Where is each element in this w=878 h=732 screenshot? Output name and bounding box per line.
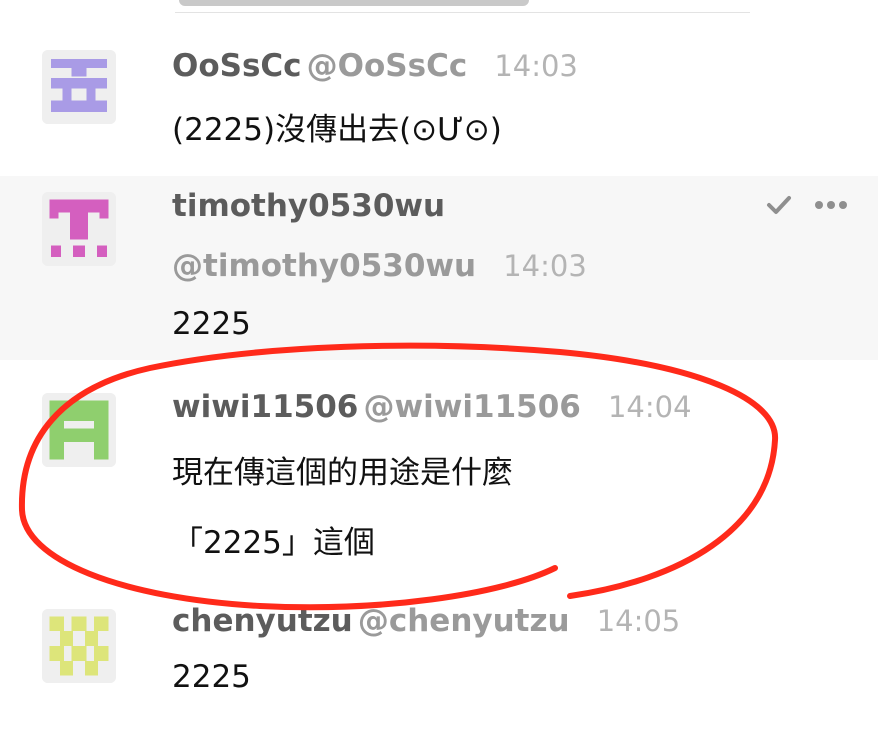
timestamp[interactable]: 14:03 xyxy=(494,49,578,83)
identicon-avatar-icon xyxy=(42,192,116,266)
identicon-avatar-icon xyxy=(42,393,116,467)
author-name[interactable]: timothy0530wu xyxy=(172,188,445,224)
author-handle[interactable]: @OoSsCc xyxy=(307,48,468,84)
author-name[interactable]: chenyutzu xyxy=(172,603,353,639)
timestamp[interactable]: 14:05 xyxy=(597,604,681,638)
message-text: 2225 xyxy=(172,659,251,695)
message-text: 「2225」這個 xyxy=(172,525,375,561)
message-header: chenyutzu @chenyutzu 14:05 xyxy=(172,603,680,639)
message-actions xyxy=(766,194,848,216)
timestamp[interactable]: 14:04 xyxy=(608,390,692,424)
author-handle[interactable]: @chenyutzu xyxy=(358,603,570,639)
identicon-avatar-icon xyxy=(42,609,116,683)
message-item: wiwi11506 @wiwi11506 14:04 現在傳這個的用途是什麼 「… xyxy=(0,375,878,575)
message-header: timothy0530wu xyxy=(172,188,445,224)
message-text: 2225 xyxy=(172,306,251,342)
author-name[interactable]: wiwi11506 xyxy=(172,389,358,425)
more-icon[interactable] xyxy=(814,200,848,210)
message-header: OoSsCc @OoSsCc 14:03 xyxy=(172,48,578,84)
message-header: wiwi11506 @wiwi11506 14:04 xyxy=(172,389,692,425)
timestamp[interactable]: 14:03 xyxy=(503,249,587,283)
avatar[interactable] xyxy=(42,50,116,124)
avatar[interactable] xyxy=(42,192,116,266)
message-item: OoSsCc @OoSsCc 14:03 (2225)沒傳出去(⊙Ư⊙) xyxy=(0,40,878,170)
author-name[interactable]: OoSsCc xyxy=(172,48,302,84)
message-item: timothy0530wu @timothy0530wu 14:03 2225 xyxy=(0,176,878,360)
message-header-line2: @timothy0530wu 14:03 xyxy=(172,248,587,284)
avatar[interactable] xyxy=(42,393,116,467)
check-icon[interactable] xyxy=(766,194,792,216)
author-handle[interactable]: @wiwi11506 xyxy=(363,389,580,425)
message-text: 現在傳這個的用途是什麼 xyxy=(172,455,513,491)
scrollbar-thumb[interactable] xyxy=(179,0,529,6)
scroll-header xyxy=(175,0,750,13)
author-handle[interactable]: @timothy0530wu xyxy=(172,248,476,284)
identicon-avatar-icon xyxy=(42,50,116,124)
message-item: chenyutzu @chenyutzu 14:05 2225 xyxy=(0,595,878,732)
message-text: (2225)沒傳出去(⊙Ư⊙) xyxy=(172,112,502,148)
avatar-pixels xyxy=(50,58,108,113)
avatar[interactable] xyxy=(42,609,116,683)
